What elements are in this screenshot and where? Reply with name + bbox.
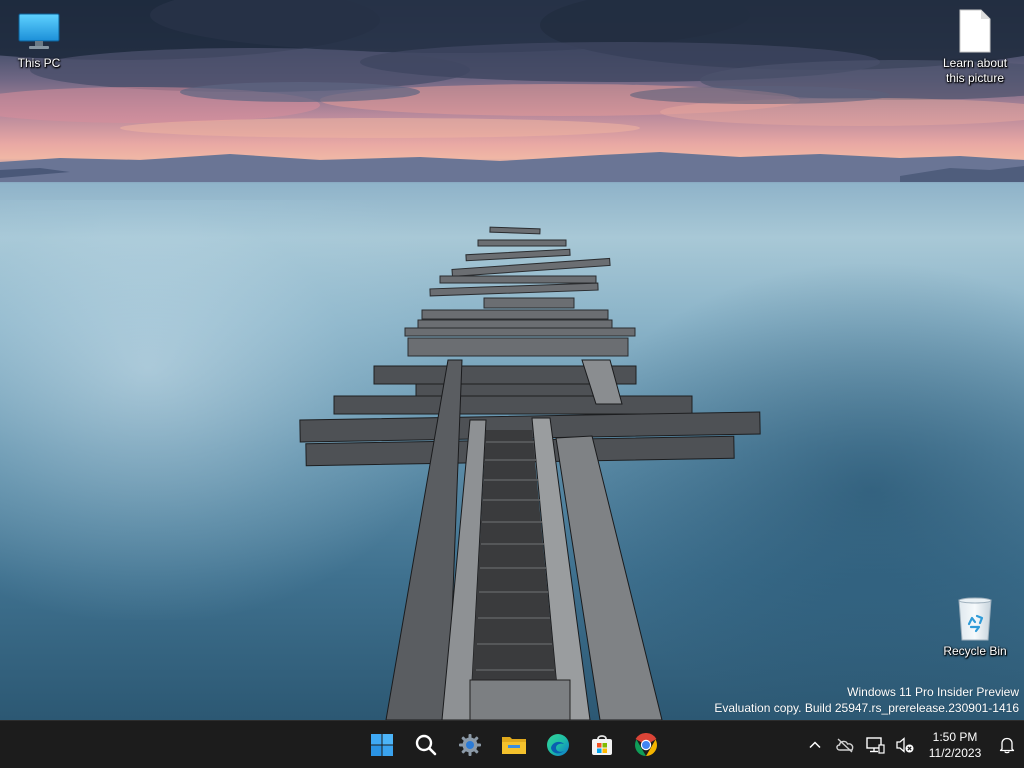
store-icon <box>592 735 612 755</box>
edge-button[interactable] <box>538 725 578 765</box>
evaluation-watermark: Windows 11 Pro Insider Preview Evaluatio… <box>714 684 1019 716</box>
desktop-icon-this-pc[interactable]: This PC <box>0 8 81 71</box>
gear-icon <box>459 734 481 756</box>
search-button[interactable] <box>406 725 446 765</box>
notifications-button[interactable] <box>990 725 1024 765</box>
watermark-build: Evaluation copy. Build 25947.rs_prerelea… <box>714 701 1019 715</box>
taskbar: 1:50 PM 11/2/2023 <box>0 720 1024 768</box>
wooden-pier <box>299 226 761 720</box>
taskbar-clock[interactable]: 1:50 PM 11/2/2023 <box>920 725 990 765</box>
chrome-button[interactable] <box>626 725 666 765</box>
taskbar-apps <box>362 725 666 765</box>
volume-button[interactable] <box>890 725 920 765</box>
clock-date: 11/2/2023 <box>928 746 982 760</box>
start-button[interactable] <box>362 725 402 765</box>
network-button[interactable] <box>860 725 890 765</box>
network-icon <box>866 737 885 754</box>
recycle-bin-icon <box>952 596 998 642</box>
onedrive-button[interactable] <box>830 725 860 765</box>
bell-icon <box>999 737 1015 754</box>
file-explorer-button[interactable] <box>494 725 534 765</box>
show-hidden-icons-button[interactable] <box>800 725 830 765</box>
desktop-icon-label: This PC <box>17 56 61 70</box>
document-icon <box>952 8 998 54</box>
chrome-icon <box>635 733 657 756</box>
windows-start-icon <box>371 734 393 756</box>
edge-icon <box>547 734 569 756</box>
desktop-icon-recycle-bin[interactable]: Recycle Bin <box>933 596 1017 659</box>
clock-time: 1:50 PM <box>932 730 978 744</box>
volume-muted-icon <box>896 737 914 753</box>
store-button[interactable] <box>582 725 622 765</box>
watermark-edition: Windows 11 Pro Insider Preview <box>847 685 1019 699</box>
desktop-icon-label: Recycle Bin <box>943 644 1007 658</box>
system-tray: 1:50 PM 11/2/2023 <box>800 721 1024 768</box>
desktop-icon-label: Learn about this picture <box>942 56 1008 85</box>
folder-icon <box>502 737 526 754</box>
this-pc-icon <box>16 8 62 54</box>
search-icon <box>415 734 437 756</box>
onedrive-icon <box>836 738 854 753</box>
settings-button[interactable] <box>450 725 490 765</box>
desktop-icon-learn-about-this-picture[interactable]: Learn about this picture <box>933 8 1017 86</box>
chevron-up-icon <box>809 741 821 749</box>
desktop-wallpaper <box>0 0 1024 720</box>
